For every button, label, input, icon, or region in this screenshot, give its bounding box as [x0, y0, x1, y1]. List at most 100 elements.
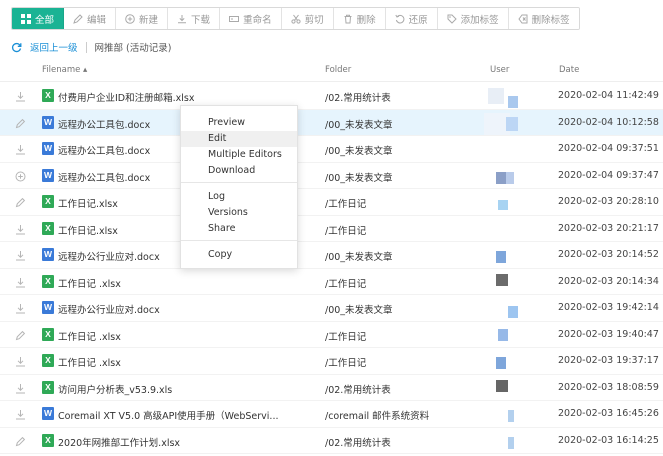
- file-name[interactable]: 付费用户企业ID和注册邮箱.xlsx: [58, 90, 194, 104]
- download-icon[interactable]: [15, 383, 26, 394]
- date-column-header[interactable]: Date: [559, 65, 579, 75]
- avatar-block: [498, 328, 508, 341]
- avatar: [484, 351, 524, 371]
- rename-button-label: 重命名: [243, 14, 272, 26]
- folder-path: /工作日记: [325, 225, 367, 237]
- file-name[interactable]: 远程办公行业应对.docx: [58, 249, 160, 263]
- pencil-icon[interactable]: [15, 118, 26, 129]
- user-column-header[interactable]: User: [490, 65, 509, 75]
- pencil-icon[interactable]: [15, 330, 26, 341]
- folder-path: /00_未发表文章: [325, 305, 393, 316]
- download-button[interactable]: 下载: [168, 8, 221, 29]
- avatar: [484, 378, 524, 398]
- table-row[interactable]: X 付费用户企业ID和注册邮箱.xlsx/02.常用统计表 2020-02-04 1…: [0, 83, 663, 110]
- folder-path: /02.常用统计表: [325, 384, 391, 396]
- avatar-block: [498, 200, 508, 210]
- table-row[interactable]: W Coremail XT V5.0 高级API使用手册（WebServi... /…: [0, 401, 663, 428]
- excel-file-icon: X: [42, 354, 54, 367]
- refresh-icon[interactable]: [11, 42, 22, 53]
- file-name[interactable]: 工作日记.xlsx: [58, 196, 118, 210]
- download-icon[interactable]: [15, 91, 26, 102]
- add-tag-button[interactable]: 添加标签: [437, 8, 509, 29]
- all-button[interactable]: 全部: [12, 8, 65, 29]
- table-row[interactable]: W 远程办公工具包.docx/00_未发表文章 2020-02-04 09:37:5…: [0, 136, 663, 163]
- excel-file-icon: X: [42, 221, 54, 235]
- tag-add-icon: [447, 14, 457, 24]
- menu-item-share[interactable]: Share: [181, 221, 297, 237]
- rename-button[interactable]: 重命名: [220, 8, 282, 29]
- table-row[interactable]: W 远程办公工具包.docx/00_未发表文章 2020-02-04 09:37:4…: [0, 163, 663, 189]
- table-row[interactable]: X 访问用户分析表_v53.9.xls/02.常用统计表 2020-02-03 18…: [0, 375, 663, 401]
- pencil-icon[interactable]: [15, 197, 26, 208]
- file-name[interactable]: 远程办公工具包.docx: [58, 170, 150, 184]
- table-row[interactable]: X 工作日记 .xlsx/工作日记 2020-02-03 19:40:47: [0, 322, 663, 348]
- table-row[interactable]: X 工作日记.xlsx/工作日记 2020-02-03 20:28:10: [0, 189, 663, 216]
- word-file-icon: W: [42, 248, 54, 261]
- filename-column-header[interactable]: Filename ▴: [42, 65, 87, 75]
- file-name[interactable]: 工作日记 .xlsx: [58, 329, 121, 343]
- avatar-block: [496, 379, 508, 392]
- download-icon[interactable]: [15, 144, 26, 155]
- file-name[interactable]: 远程办公工具包.docx: [58, 143, 150, 157]
- modified-date: 2020-02-04 11:42:49: [558, 90, 659, 101]
- download-icon[interactable]: [15, 409, 26, 420]
- excel-file-icon: X: [42, 274, 54, 288]
- delete-button[interactable]: 删除: [333, 8, 386, 29]
- plus-circle-icon[interactable]: [15, 171, 26, 182]
- file-name[interactable]: 工作日记 .xlsx: [58, 276, 121, 290]
- current-folder-label: 网推部 (活动记录): [94, 43, 172, 54]
- download-icon[interactable]: [15, 277, 26, 288]
- excel-file-icon: X: [42, 327, 54, 341]
- file-name[interactable]: 访问用户分析表_v53.9.xls: [58, 382, 172, 396]
- pencil-icon[interactable]: [15, 436, 26, 447]
- menu-item-edit[interactable]: Edit: [181, 131, 297, 147]
- file-name[interactable]: 2020年网推部工作计划.xlsx: [58, 435, 180, 449]
- restore-button[interactable]: 还原: [385, 8, 438, 29]
- menu-item-multiple-editors[interactable]: Multiple Editors: [181, 147, 297, 163]
- avatar: [484, 192, 524, 212]
- remove-tag-button[interactable]: 删除标签: [508, 8, 579, 29]
- menu-divider: [181, 240, 297, 241]
- modified-date: 2020-02-03 16:14:25: [558, 434, 659, 446]
- file-name[interactable]: 远程办公行业应对.docx: [58, 302, 160, 316]
- grid-icon: [21, 13, 31, 24]
- download-icon[interactable]: [15, 224, 26, 235]
- menu-item-copy[interactable]: Copy: [181, 247, 297, 263]
- excel-file-icon: X: [42, 380, 54, 394]
- menu-item-preview[interactable]: Preview: [181, 115, 297, 131]
- menu-item-log[interactable]: Log: [181, 189, 297, 205]
- menu-divider: [181, 182, 297, 183]
- file-name[interactable]: 远程办公工具包.docx: [58, 117, 150, 131]
- folder-path: /02.常用统计表: [325, 93, 391, 104]
- table-row[interactable]: X 2020年网推部工作计划.xlsx/02.常用统计表 2020-02-03 16…: [0, 428, 663, 454]
- avatar-block: [496, 357, 506, 369]
- table-row[interactable]: X 工作日记 .xlsx/工作日记 2020-02-03 19:37:17: [0, 348, 663, 375]
- table-row[interactable]: W 远程办公行业应对.docx/00_未发表文章 2020-02-03 19:42:…: [0, 295, 663, 322]
- avatar: [484, 112, 524, 135]
- breadcrumb: 返回上一级 网推部 (活动记录): [11, 39, 171, 55]
- cut-button[interactable]: 剪切: [281, 8, 334, 29]
- back-link[interactable]: 返回上一级: [30, 40, 78, 54]
- edit-button[interactable]: 编辑: [64, 8, 117, 29]
- table-row[interactable]: W 远程办公工具包.docx/00_未发表文章 2020-02-04 10:12:5…: [0, 109, 663, 136]
- modified-date: 2020-02-03 20:21:17: [558, 222, 659, 234]
- table-row[interactable]: W 远程办公行业应对.docx/00_未发表文章 2020-02-03 20:14:…: [0, 242, 663, 269]
- file-name[interactable]: 工作日记.xlsx: [58, 223, 118, 237]
- download-icon[interactable]: [15, 303, 26, 314]
- modified-date: 2020-02-03 19:42:14: [558, 302, 659, 313]
- avatar: [484, 298, 524, 318]
- avatar-block: [496, 273, 508, 286]
- file-name[interactable]: Coremail XT V5.0 高级API使用手册（WebServi...: [58, 408, 279, 422]
- restore-button-label: 还原: [408, 14, 428, 26]
- avatar-block: [508, 436, 514, 449]
- table-row[interactable]: X 工作日记.xlsx/工作日记 2020-02-03 20:21:17: [0, 216, 663, 242]
- file-name[interactable]: 工作日记 .xlsx: [58, 355, 121, 369]
- table-row[interactable]: X 工作日记 .xlsx/工作日记 2020-02-03 20:14:34: [0, 269, 663, 295]
- menu-item-versions[interactable]: Versions: [181, 205, 297, 221]
- new-button[interactable]: 新建: [116, 8, 169, 29]
- folder-column-header[interactable]: Folder: [325, 65, 351, 75]
- download-icon[interactable]: [15, 250, 26, 261]
- menu-item-download[interactable]: Download: [181, 163, 297, 179]
- modified-date: 2020-02-03 20:14:52: [558, 249, 659, 260]
- download-icon[interactable]: [15, 356, 26, 367]
